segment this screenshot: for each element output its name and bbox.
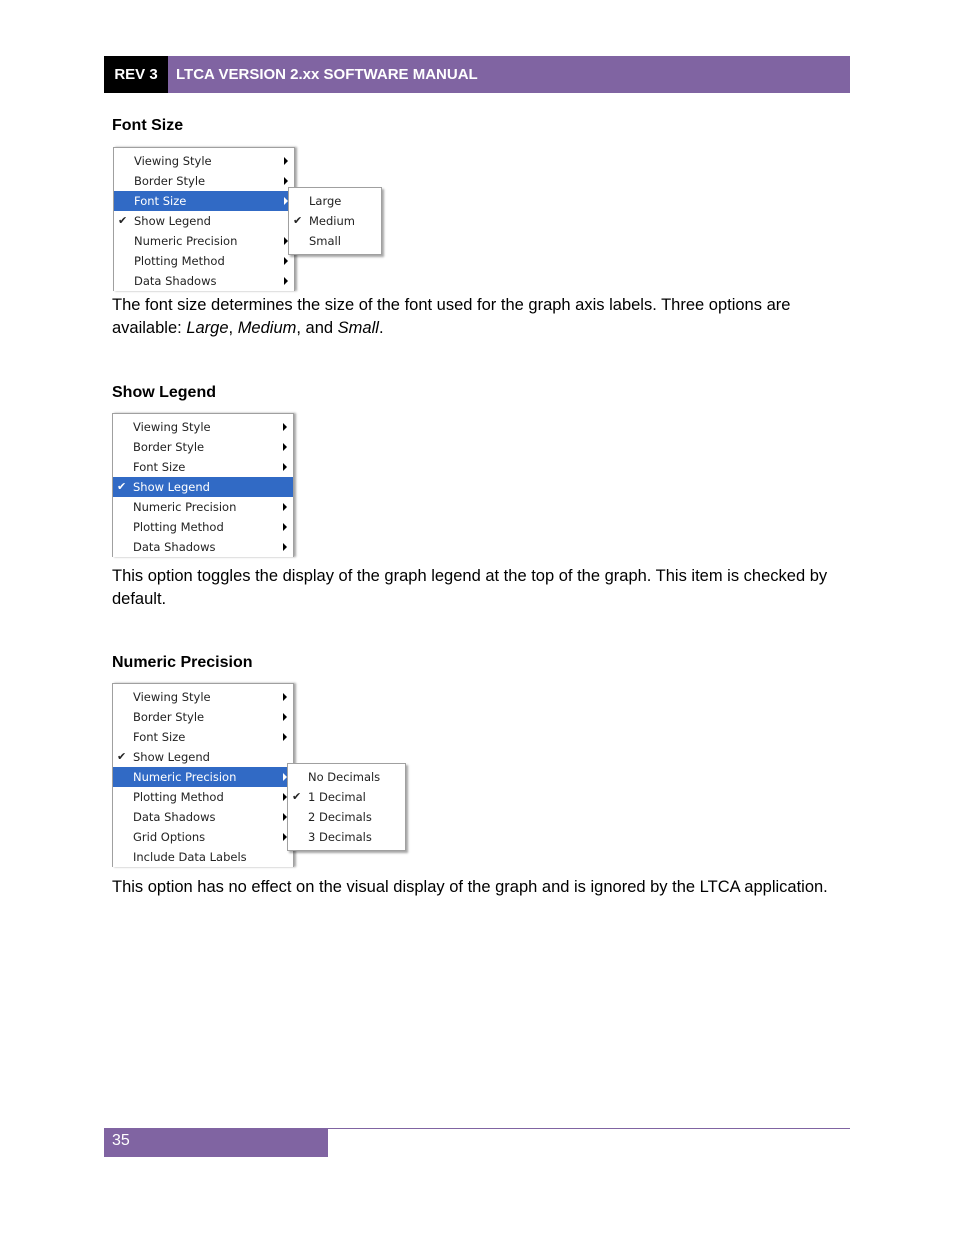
submenu-arrow-icon: [283, 503, 287, 511]
menu-item-viewing-style[interactable]: Viewing Style: [113, 417, 293, 437]
check-icon: ✔: [292, 790, 302, 803]
check-icon: ✔: [118, 214, 128, 227]
submenu-arrow-icon: [283, 443, 287, 451]
menu-item-label: 2 Decimals: [308, 810, 372, 824]
menu-item-numeric-precision[interactable]: Numeric Precision: [113, 497, 293, 517]
menu-item-label: Numeric Precision: [133, 500, 237, 514]
context-menu: Viewing Style Border Style Font Size ✔ Show …: [112, 413, 294, 557]
menu-item-medium[interactable]: ✔ Medium: [289, 211, 381, 231]
menu-item-label: Border Style: [133, 440, 205, 454]
heading-font-size: Font Size: [112, 117, 184, 134]
menu-item-label: Numeric Precision: [133, 770, 237, 784]
menu-item-viewing-style[interactable]: Viewing Style: [114, 151, 294, 171]
menu-item-font-size[interactable]: Font Size: [113, 457, 293, 477]
show-legend-description: This option toggles the display of the g…: [112, 567, 828, 608]
menu-item-label: Include Data Labels: [133, 850, 247, 864]
check-icon: ✔: [117, 480, 127, 493]
menu-item-numeric-precision[interactable]: Numeric Precision: [113, 767, 293, 787]
menu-item-data-shadows[interactable]: Data Shadows: [114, 271, 294, 291]
menu-item-border-style[interactable]: Border Style: [113, 437, 293, 457]
submenu-arrow-icon: [283, 543, 287, 551]
submenu-arrow-icon: [283, 423, 287, 431]
menu-item-label: Font Size: [133, 460, 186, 474]
submenu-arrow-icon: [283, 463, 287, 471]
menu-item-no-decimals[interactable]: No Decimals: [288, 767, 405, 787]
menu-item-label: Viewing Style: [134, 154, 212, 168]
menu-item-label: Numeric Precision: [134, 234, 238, 248]
menu-item-label: Plotting Method: [133, 520, 224, 534]
menu-item-label: Show Legend: [134, 214, 211, 228]
revision-label: REV 3: [104, 56, 168, 93]
context-menu: Viewing Style Border Style Font Size ✔ Show …: [113, 147, 295, 291]
submenu-arrow-icon: [283, 733, 287, 741]
menu-item-label: Viewing Style: [133, 690, 211, 704]
menu-item-label: Plotting Method: [134, 254, 225, 268]
menu-item-label: Large: [309, 194, 342, 208]
menu-item-label: Data Shadows: [133, 540, 216, 554]
menu-item-2-decimals[interactable]: 2 Decimals: [288, 807, 405, 827]
menu-item-show-legend[interactable]: ✔ Show Legend: [113, 477, 293, 497]
menu-item-1-decimal[interactable]: ✔ 1 Decimal: [288, 787, 405, 807]
menu-item-data-shadows[interactable]: Data Shadows: [113, 807, 293, 827]
font-size-description: The font size determines the size of the…: [112, 296, 791, 337]
submenu-arrow-icon: [283, 523, 287, 531]
menu-item-label: Font Size: [133, 730, 186, 744]
menu-item-include-data-labels[interactable]: Include Data Labels: [113, 847, 293, 867]
menu-item-numeric-precision[interactable]: Numeric Precision: [114, 231, 294, 251]
menu-item-label: 1 Decimal: [308, 790, 366, 804]
menu-item-plotting-method[interactable]: Plotting Method: [114, 251, 294, 271]
numeric-precision-description: This option has no effect on the visual …: [112, 878, 828, 896]
numeric-precision-submenu: No Decimals ✔ 1 Decimal 2 Decimals 3 Decimal…: [287, 763, 406, 851]
menu-item-plotting-method[interactable]: Plotting Method: [113, 517, 293, 537]
heading-numeric-precision: Numeric Precision: [112, 654, 253, 671]
menu-item-font-size[interactable]: Font Size: [113, 727, 293, 747]
menu-item-label: Data Shadows: [133, 810, 216, 824]
menu-item-label: Font Size: [134, 194, 187, 208]
check-icon: ✔: [117, 750, 127, 763]
menu-item-grid-options[interactable]: Grid Options: [113, 827, 293, 847]
submenu-arrow-icon: [284, 177, 288, 185]
menu-item-large[interactable]: Large: [289, 191, 381, 211]
menu-item-label: Border Style: [133, 710, 205, 724]
menu-item-label: No Decimals: [308, 770, 381, 784]
submenu-arrow-icon: [283, 713, 287, 721]
menu-item-show-legend[interactable]: ✔ Show Legend: [114, 211, 294, 231]
menu-item-label: Viewing Style: [133, 420, 211, 434]
submenu-arrow-icon: [284, 277, 288, 285]
menu-item-label: Plotting Method: [133, 790, 224, 804]
font-size-submenu: Large ✔ Medium Small: [288, 187, 382, 255]
menu-item-small[interactable]: Small: [289, 231, 381, 251]
menu-item-label: Show Legend: [133, 750, 210, 764]
menu-item-label: 3 Decimals: [308, 830, 372, 844]
menu-item-viewing-style[interactable]: Viewing Style: [113, 687, 293, 707]
menu-item-plotting-method[interactable]: Plotting Method: [113, 787, 293, 807]
menu-item-border-style[interactable]: Border Style: [114, 171, 294, 191]
menu-item-show-legend[interactable]: ✔ Show Legend: [113, 747, 293, 767]
menu-item-border-style[interactable]: Border Style: [113, 707, 293, 727]
menu-item-font-size[interactable]: Font Size: [114, 191, 294, 211]
menu-item-data-shadows[interactable]: Data Shadows: [113, 537, 293, 557]
menu-item-label: Small: [309, 234, 341, 248]
menu-item-label: Border Style: [134, 174, 206, 188]
submenu-arrow-icon: [283, 693, 287, 701]
menu-item-3-decimals[interactable]: 3 Decimals: [288, 827, 405, 847]
page-number: 35: [104, 1129, 328, 1157]
page-header: REV 3 LTCA VERSION 2.xx SOFTWARE MANUAL: [104, 56, 850, 93]
check-icon: ✔: [293, 214, 303, 227]
menu-item-label: Grid Options: [133, 830, 206, 844]
heading-show-legend: Show Legend: [112, 384, 216, 401]
context-menu: Viewing Style Border Style Font Size ✔ Show …: [112, 683, 294, 867]
manual-title: LTCA VERSION 2.xx SOFTWARE MANUAL: [168, 56, 850, 93]
menu-item-label: Medium: [309, 214, 355, 228]
menu-item-label: Data Shadows: [134, 274, 217, 288]
menu-item-label: Show Legend: [133, 480, 210, 494]
submenu-arrow-icon: [284, 257, 288, 265]
submenu-arrow-icon: [284, 157, 288, 165]
